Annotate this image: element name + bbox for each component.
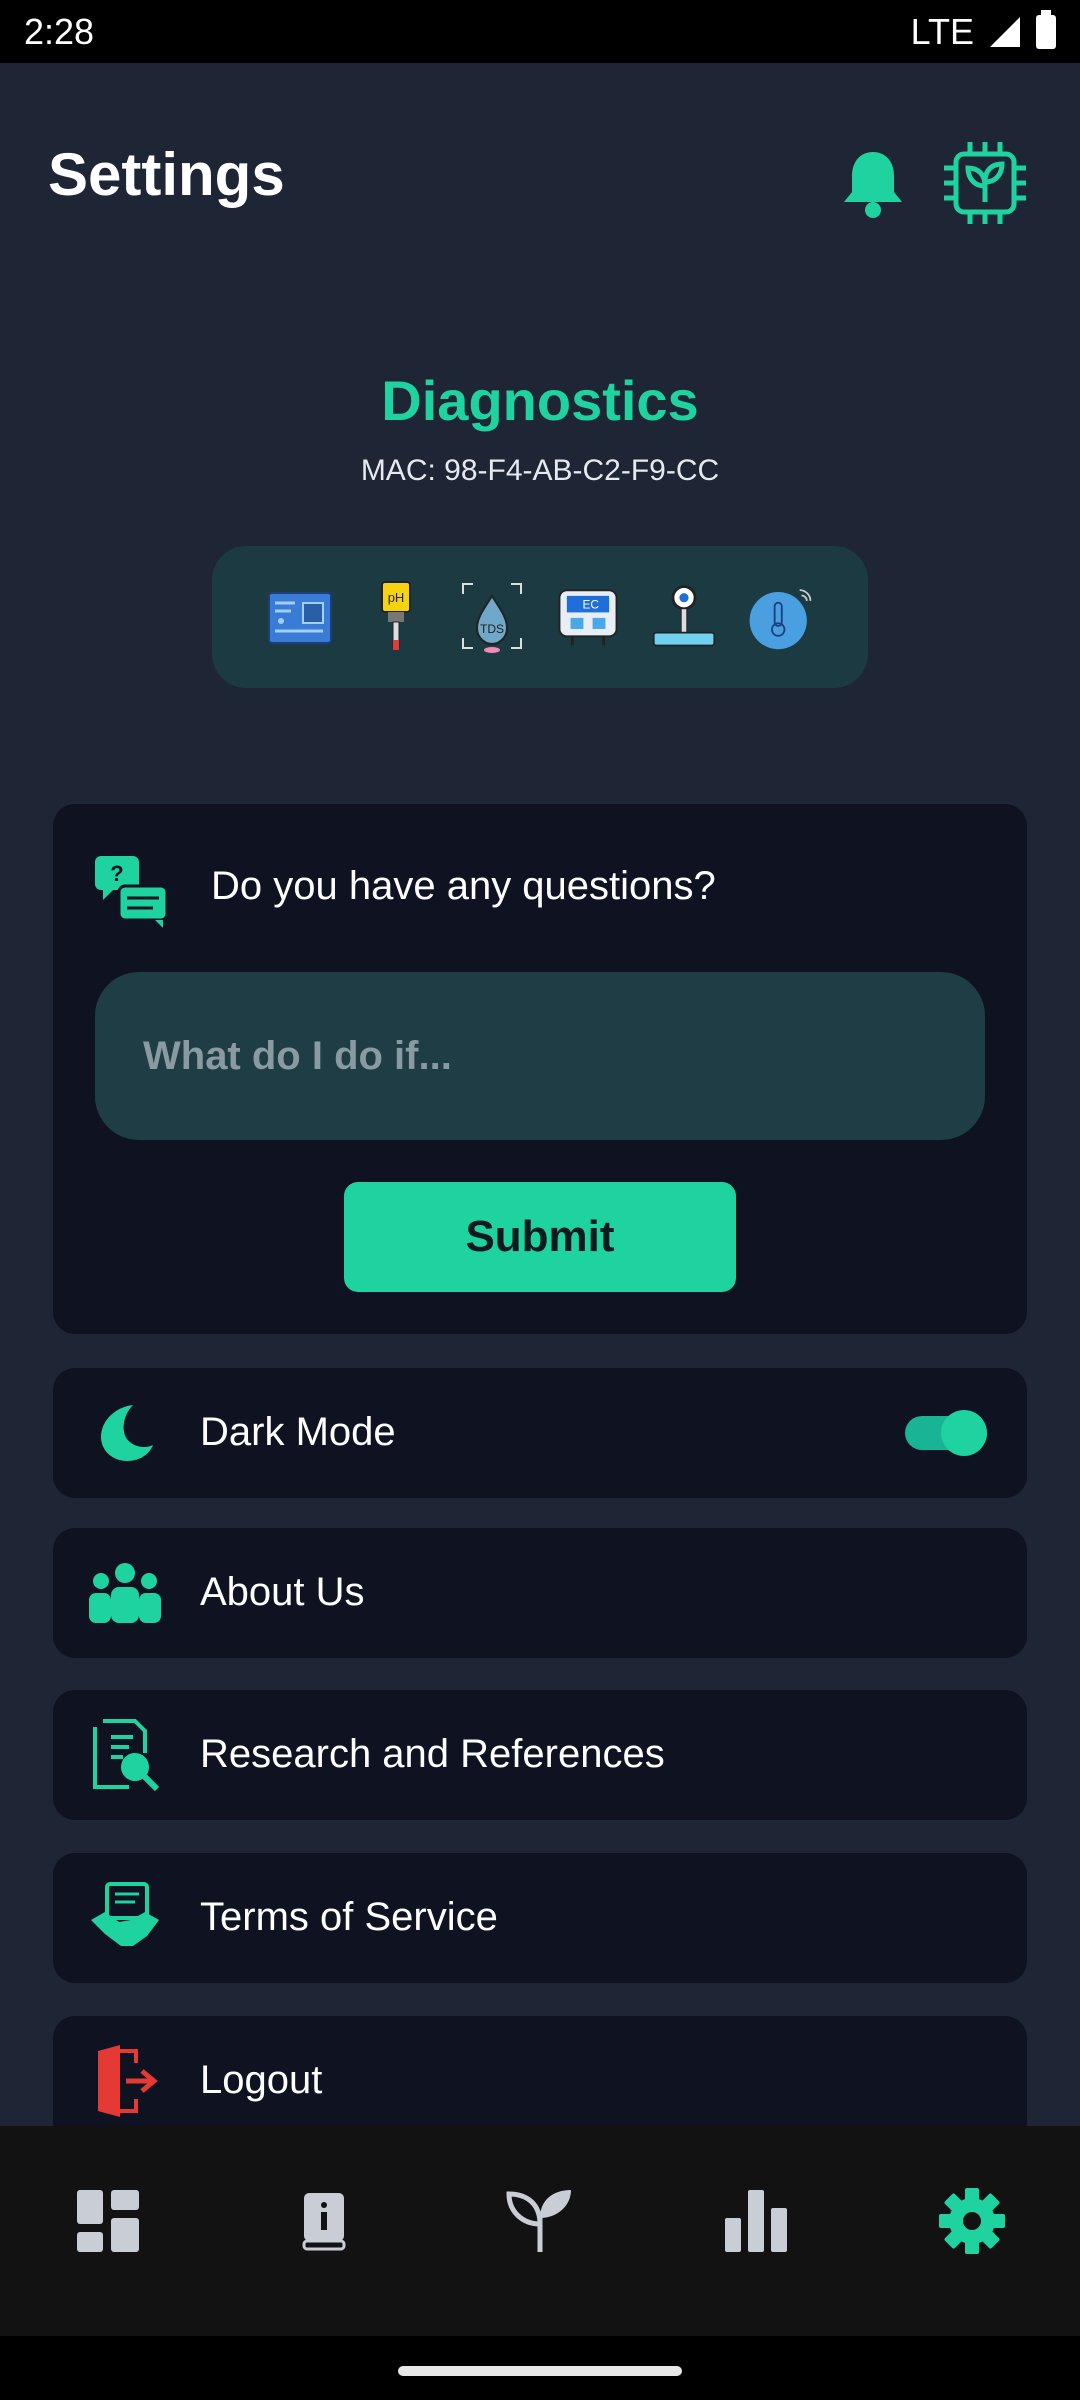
ec-meter-icon[interactable]: EC bbox=[554, 580, 622, 654]
status-time: 2:28 bbox=[24, 10, 95, 52]
journal-icon[interactable] bbox=[284, 2181, 364, 2261]
dark-mode-toggle[interactable] bbox=[905, 1410, 987, 1456]
question-input[interactable] bbox=[95, 972, 985, 1140]
dashboard-icon[interactable] bbox=[68, 2181, 148, 2261]
bottom-nav bbox=[0, 2126, 1080, 2336]
bar-chart-icon[interactable] bbox=[716, 2181, 796, 2261]
signal-icon bbox=[990, 16, 1020, 47]
plant-icon[interactable] bbox=[500, 2181, 580, 2261]
research-label: Research and References bbox=[200, 1732, 665, 1776]
settings-screen: 2:28 LTE Settings Diagnostics MAC: 98-F4… bbox=[0, 0, 1080, 2400]
water-level-icon[interactable] bbox=[650, 580, 718, 654]
gesture-bar bbox=[0, 2336, 1080, 2400]
svg-text:EC: EC bbox=[582, 598, 599, 612]
chat-question-icon: ? bbox=[93, 854, 169, 935]
team-icon bbox=[85, 1553, 165, 1633]
about-us-row[interactable]: About Us bbox=[53, 1528, 1027, 1658]
handshake-contract-icon bbox=[85, 1878, 165, 1958]
svg-text:?: ? bbox=[110, 861, 123, 886]
circuit-board-icon[interactable] bbox=[266, 580, 334, 654]
about-us-label: About Us bbox=[200, 1570, 365, 1614]
svg-text:TDS: TDS bbox=[480, 622, 504, 636]
research-row[interactable]: Research and References bbox=[53, 1690, 1027, 1820]
page-title: Settings bbox=[48, 141, 285, 208]
questions-card: ? Do you have any questions? Submit bbox=[53, 804, 1027, 1334]
submit-button[interactable]: Submit bbox=[344, 1182, 736, 1292]
terms-row[interactable]: Terms of Service bbox=[53, 1853, 1027, 1983]
terms-label: Terms of Service bbox=[200, 1895, 498, 1939]
dark-mode-row[interactable]: Dark Mode bbox=[53, 1368, 1027, 1498]
temperature-sensor-icon[interactable] bbox=[746, 580, 814, 654]
home-gesture-handle[interactable] bbox=[398, 2366, 682, 2376]
diagnostics-title: Diagnostics bbox=[381, 369, 699, 432]
bell-icon[interactable] bbox=[840, 148, 906, 225]
document-search-icon bbox=[85, 1715, 165, 1795]
questions-title: Do you have any questions? bbox=[211, 864, 716, 908]
ph-meter-icon[interactable]: pH bbox=[362, 580, 430, 654]
moon-icon bbox=[85, 1393, 165, 1473]
status-indicators: LTE bbox=[910, 9, 1056, 53]
battery-icon bbox=[1036, 9, 1056, 49]
network-label: LTE bbox=[910, 10, 974, 52]
svg-text:pH: pH bbox=[388, 590, 405, 605]
settings-gear-icon[interactable] bbox=[932, 2181, 1012, 2261]
logout-label: Logout bbox=[200, 2058, 323, 2102]
dark-mode-label: Dark Mode bbox=[200, 1410, 396, 1454]
status-bar: 2:28 LTE bbox=[0, 0, 1080, 63]
chip-plant-icon[interactable] bbox=[940, 138, 1030, 233]
sensor-strip[interactable]: pH TDS EC bbox=[212, 546, 868, 688]
toggle-knob bbox=[941, 1410, 987, 1456]
mac-address: MAC: 98-F4-AB-C2-F9-CC bbox=[360, 454, 720, 487]
tds-drop-icon[interactable]: TDS bbox=[458, 580, 526, 654]
logout-door-icon bbox=[85, 2041, 165, 2121]
